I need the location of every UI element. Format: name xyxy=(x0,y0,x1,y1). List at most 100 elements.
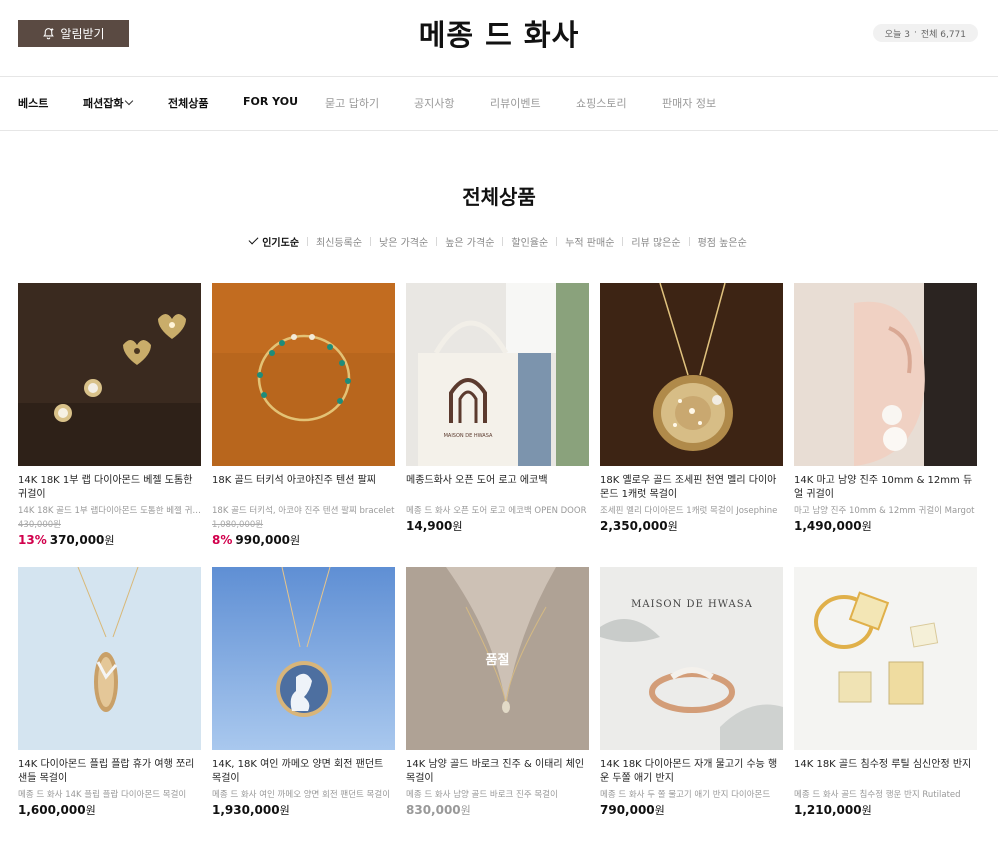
product-description: 마고 남양 진주 10mm & 12mm 귀걸이 Margot xyxy=(794,506,975,516)
sale-price: 830,000 xyxy=(406,803,461,817)
bell-icon xyxy=(43,28,55,40)
nav-item-for-you[interactable]: FOR YOU xyxy=(243,95,298,108)
check-icon xyxy=(248,234,259,245)
sort-sales[interactable]: 누적 판매순 xyxy=(565,234,614,249)
currency-unit: 원 xyxy=(104,534,115,547)
price-line: 790,000원 xyxy=(600,802,783,818)
product-image-cameo-necklace[interactable] xyxy=(212,567,395,750)
sort-price-high[interactable]: 높은 가격순 xyxy=(445,234,494,249)
sale-price: 990,000 xyxy=(235,533,291,547)
currency-unit: 원 xyxy=(861,804,872,817)
product-name[interactable]: 14K 남양 골드 바로크 진주 & 이태리 체인 목걸이 xyxy=(406,758,589,786)
sort-newest[interactable]: 최신등록순 xyxy=(316,234,362,249)
product-name[interactable]: 14K, 18K 여인 까메오 양면 회전 팬던트 목걸이 xyxy=(212,758,395,786)
currency-unit: 원 xyxy=(667,520,678,533)
nav-item-notice[interactable]: 공지사항 xyxy=(414,95,454,111)
sort-divider xyxy=(502,237,504,246)
product-image-bracelet[interactable] xyxy=(212,283,395,466)
sort-divider xyxy=(688,237,690,246)
product-image-ecobag[interactable]: MAISON DE HWASA xyxy=(406,283,589,466)
product-image-baroque-necklace[interactable]: 품절 xyxy=(406,567,589,750)
product-name[interactable]: 14K 18K 다이아몬드 자개 물고기 수능 행운 두쫄 애기 반지 xyxy=(600,758,783,786)
notify-label: 알림받기 xyxy=(60,27,105,41)
sort-divider xyxy=(436,237,438,246)
price-line: 1,930,000원 xyxy=(212,802,395,818)
sort-popular[interactable]: 인기도순 xyxy=(248,234,300,249)
discount-rate: 13% xyxy=(18,533,47,547)
product-description: 메종 드 화사 여인 까메오 양면 회전 팬던트 목걸이 xyxy=(212,790,391,800)
product-name[interactable]: 메종드화사 오픈 도어 로고 에코백 xyxy=(406,474,589,502)
visits-today: 오늘 3 xyxy=(884,29,910,40)
product-name[interactable]: 14K 다이아몬드 플립 플랍 휴가 여행 쪼리 샌들 목걸이 xyxy=(18,758,201,786)
product-card[interactable]: 14K, 18K 여인 까메오 양면 회전 팬던트 목걸이 메종 드 화사 여인… xyxy=(212,567,395,851)
page-title: 전체상품 xyxy=(462,185,536,209)
original-price: 1,080,000원 xyxy=(212,520,264,530)
product-card[interactable]: 품절 14K 남양 골드 바로크 진주 & 이태리 체인 목걸이 메종 드 화사… xyxy=(406,567,589,851)
soldout-overlay: 품절 xyxy=(406,567,589,750)
product-image-pearl-earring[interactable] xyxy=(794,283,977,466)
sort-divider xyxy=(307,237,309,246)
nav-item-seller-info[interactable]: 판매자 정보 xyxy=(662,95,716,111)
product-card[interactable]: 14K 18K 골드 침수정 루틸 심신안정 반지 메종 드 화사 골드 침수정… xyxy=(794,567,977,851)
product-card[interactable]: MAISON DE HWASA 메종드화사 오픈 도어 로고 에코백 메종 드 … xyxy=(406,283,589,567)
product-description: 메종 드 화사 골드 침수정 행운 반지 Rutilated xyxy=(794,790,961,800)
sale-price: 1,930,000 xyxy=(212,803,280,817)
product-image-josephine-necklace[interactable] xyxy=(600,283,783,466)
product-image-earrings[interactable] xyxy=(18,283,201,466)
currency-unit: 원 xyxy=(654,804,665,817)
currency-unit: 원 xyxy=(85,804,96,817)
product-description: 메종 드 화사 14K 플립 플랍 다이아몬드 목걸이 xyxy=(18,790,187,800)
product-image-rutile-ring[interactable] xyxy=(794,567,977,750)
notify-button[interactable]: 알림받기 xyxy=(18,20,129,47)
product-name[interactable]: 14K 마고 남양 진주 10mm & 12mm 듀얼 귀걸이 xyxy=(794,474,977,502)
nav-item-shopping-story[interactable]: 쇼핑스토리 xyxy=(576,95,627,111)
visit-counter: 오늘 3 · 전체 6,771 xyxy=(872,24,978,42)
product-description: 18K 골드 터키석, 아코야 진주 텐션 팔찌 bracelet xyxy=(212,506,395,516)
price-line: 1,490,000원 xyxy=(794,518,977,534)
price-line: 1,210,000원 xyxy=(794,802,977,818)
product-description: 메종 드 화사 두 쫄 물고기 애기 반지 다이아몬드 xyxy=(600,790,771,800)
store-title: 메종 드 화사 xyxy=(418,18,580,52)
sort-price-low[interactable]: 낮은 가격순 xyxy=(379,234,428,249)
sale-price: 1,210,000 xyxy=(794,803,862,817)
product-description: 조세핀 멜리 다이아몬드 1캐럿 목걸이 Josephine xyxy=(600,506,778,516)
price-line: 14,900원 xyxy=(406,518,589,534)
sort-popular-label: 인기도순 xyxy=(262,238,300,249)
currency-unit: 원 xyxy=(279,804,290,817)
product-description: 메종 드 화사 남양 골드 바로크 진주 목걸이 xyxy=(406,790,558,800)
sale-price: 790,000 xyxy=(600,803,655,817)
sort-reviews[interactable]: 리뷰 많은순 xyxy=(631,234,680,249)
visits-total: 전체 6,771 xyxy=(920,29,966,40)
sale-price: 1,600,000 xyxy=(18,803,86,817)
product-card[interactable]: 14K 마고 남양 진주 10mm & 12mm 듀얼 귀걸이 마고 남양 진주… xyxy=(794,283,977,567)
currency-unit: 원 xyxy=(460,804,471,817)
sort-rating[interactable]: 평점 높은순 xyxy=(698,234,747,249)
product-image-flipflop-necklace[interactable] xyxy=(18,567,201,750)
currency-unit: 원 xyxy=(290,534,301,547)
svg-text:MAISON DE HWASA: MAISON DE HWASA xyxy=(444,433,493,439)
product-card[interactable]: 14K 18K 1부 랩 다이아몬드 베젤 도톰한 귀걸이 14K 18K 골드… xyxy=(18,283,201,567)
product-name[interactable]: 14K 18K 1부 랩 다이아몬드 베젤 도톰한 귀걸이 xyxy=(18,474,201,502)
product-image-fish-ring[interactable]: MAISON DE HWASA xyxy=(600,567,783,750)
product-name[interactable]: 14K 18K 골드 침수정 루틸 심신안정 반지 xyxy=(794,758,977,786)
product-name[interactable]: 18K 옐로우 골드 조세핀 천연 멜리 다이아몬드 1캐럿 목걸이 xyxy=(600,474,783,502)
nav-item-best[interactable]: 베스트 xyxy=(18,95,48,111)
sort-discount[interactable]: 할인율순 xyxy=(511,234,548,249)
category-nav: 베스트 패션잡화 전체상품 FOR YOU 묻고 답하기 공지사항 리뷰이벤트 … xyxy=(0,77,998,131)
product-card[interactable]: 18K 골드 터키석 아코야진주 텐션 팔찌 18K 골드 터키석, 아코야 진… xyxy=(212,283,395,567)
nav-item-fashion-label: 패션잡화 xyxy=(83,97,124,110)
product-card[interactable]: MAISON DE HWASA 14K 18K 다이아몬드 자개 물고기 수능 … xyxy=(600,567,783,851)
product-card[interactable]: 14K 다이아몬드 플립 플랍 휴가 여행 쪼리 샌들 목걸이 메종 드 화사 … xyxy=(18,567,201,851)
sale-price: 1,490,000 xyxy=(794,519,862,533)
nav-item-review-event[interactable]: 리뷰이벤트 xyxy=(490,95,541,111)
nav-item-qna[interactable]: 묻고 답하기 xyxy=(325,95,379,111)
product-card[interactable]: 18K 옐로우 골드 조세핀 천연 멜리 다이아몬드 1캐럿 목걸이 조세핀 멜… xyxy=(600,283,783,567)
store-header: 알림받기 메종 드 화사 오늘 3 · 전체 6,771 xyxy=(0,0,998,77)
currency-unit: 원 xyxy=(452,520,463,533)
nav-item-fashion-accessories[interactable]: 패션잡화 xyxy=(83,95,134,111)
sale-price: 2,350,000 xyxy=(600,519,668,533)
nav-item-all-products[interactable]: 전체상품 xyxy=(168,95,208,111)
sort-bar: 인기도순 최신등록순 낮은 가격순 높은 가격순 할인율순 누적 판매순 리뷰 … xyxy=(0,234,998,249)
product-name[interactable]: 18K 골드 터키석 아코야진주 텐션 팔찌 xyxy=(212,474,395,502)
price-line: 13% 370,000원 xyxy=(18,532,201,548)
